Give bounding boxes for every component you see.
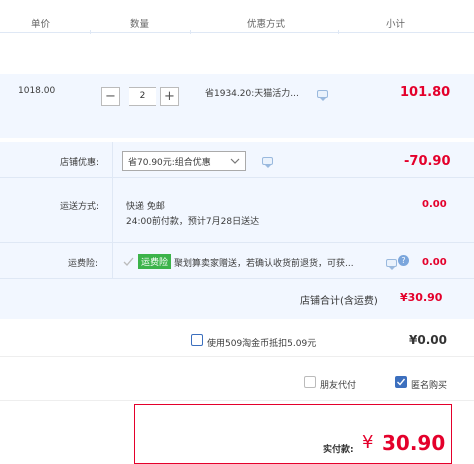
payment-label: 实付款: [323, 445, 354, 455]
row-divider [0, 400, 474, 401]
chevron-down-icon [230, 158, 240, 164]
row-divider [0, 278, 474, 279]
chat-icon[interactable] [262, 157, 273, 168]
header-unit-price: 单价 [31, 19, 51, 30]
insurance-checkbox[interactable] [123, 256, 134, 267]
chat-icon[interactable] [317, 90, 328, 101]
payment-currency: ¥ [362, 432, 374, 453]
shop-total-amount: ¥30.90 [400, 291, 443, 304]
anonymous-label: 匿名购买 [411, 381, 448, 391]
row-divider [0, 242, 474, 243]
header-quantity: 数量 [130, 19, 150, 30]
chat-icon[interactable] [386, 259, 397, 270]
payment-amount: 30.90 [382, 431, 446, 455]
header-tick [338, 30, 339, 34]
quantity-input[interactable]: 2 [129, 87, 156, 106]
header-tick [190, 30, 191, 34]
friend-pay-checkbox[interactable] [304, 376, 316, 388]
shop-discount-label: 店铺优惠: [60, 158, 100, 168]
insurance-desc: 聚划算卖家赠送，若确认收货前退货，可获... [174, 259, 354, 269]
header-promo: 优惠方式 [247, 19, 286, 30]
header-subtotal: 小计 [386, 19, 406, 30]
shop-discount-amount: -70.90 [404, 154, 451, 169]
shop-total-label: 店铺合计(含运费) [300, 296, 378, 307]
payment-summary-box: 实付款: ¥ 30.90 [134, 404, 452, 464]
shipping-label: 运送方式: [60, 202, 100, 212]
row-divider [0, 177, 474, 178]
shipping-eta: 24:00前付款，预计7月28日送达 [126, 217, 260, 227]
item-subtotal: 101.80 [400, 85, 451, 100]
insurance-label: 运费险: [68, 259, 99, 269]
item-promo-text[interactable]: 省1934.20:天猫活力... [205, 86, 299, 99]
friend-pay-label: 朋友代付 [320, 381, 357, 391]
shipping-amount: 0.00 [422, 199, 447, 210]
header-divider [0, 32, 474, 33]
check-icon [397, 378, 406, 386]
shop-options-panel: 店铺优惠: 省70.90元:组合优惠 -70.90 运送方式: 快递 免邮 24… [0, 142, 474, 319]
taojinbi-label: 使用509淘金币抵扣5.09元 [207, 339, 317, 349]
unit-price: 1018.00 [18, 86, 56, 96]
taojinbi-amount: ¥0.00 [409, 333, 447, 347]
shop-discount-select-value: 省70.90元:组合优惠 [128, 158, 211, 168]
taojinbi-checkbox[interactable] [191, 334, 203, 346]
header-tick [90, 30, 91, 34]
item-row: 1018.00 − 2 + 省1934.20:天猫活力... 101.80 [0, 74, 474, 138]
decrease-qty-button[interactable]: − [101, 87, 120, 106]
insurance-amount: 0.00 [422, 257, 447, 268]
shipping-method: 快递 免邮 [126, 202, 165, 212]
insurance-badge: 运费险 [138, 254, 172, 269]
row-divider [0, 356, 474, 357]
shop-discount-select[interactable]: 省70.90元:组合优惠 [122, 151, 246, 171]
help-icon[interactable]: ? [398, 255, 409, 266]
increase-qty-button[interactable]: + [160, 87, 179, 106]
anonymous-checkbox[interactable] [395, 376, 407, 388]
label-column-divider [112, 142, 113, 278]
